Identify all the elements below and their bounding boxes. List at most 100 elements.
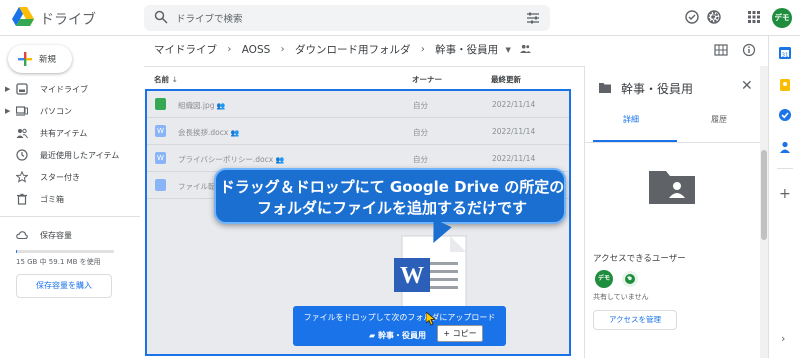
- upload-target-folder: ▰ 幹事・役員用: [369, 330, 426, 341]
- contacts-icon[interactable]: [778, 140, 792, 154]
- word-file-icon: W: [155, 125, 166, 137]
- scrollbar-thumb[interactable]: [761, 150, 767, 240]
- file-owner: 自分: [413, 128, 428, 137]
- sidebar-item-label: 共有アイテム: [40, 129, 88, 138]
- details-scrollbar[interactable]: [760, 66, 768, 358]
- upload-drop-text: ファイルをドロップして次のフォルダにアップロード: [303, 313, 496, 322]
- file-name-text: 組織図.jpg: [178, 101, 215, 110]
- sidebar-item-shared[interactable]: 共有アイテム: [0, 122, 140, 144]
- globe-icon[interactable]: [621, 270, 639, 288]
- sidebar-item-label: パソコン: [40, 107, 72, 116]
- search-bar[interactable]: ドライブで検索: [144, 5, 550, 31]
- doc-file-icon: [155, 179, 166, 191]
- top-bar: ドライブ ドライブで検索 ?: [0, 0, 800, 36]
- shared-people-icon: [520, 44, 532, 53]
- search-input[interactable]: ドライブで検索: [176, 11, 243, 25]
- column-name-label: 名前: [154, 75, 169, 84]
- add-addon-icon[interactable]: +: [779, 186, 791, 202]
- sort-arrow-icon[interactable]: ↓: [172, 75, 178, 84]
- file-date: 2022/11/14: [492, 100, 536, 109]
- sidebar-item-my-drive[interactable]: ▶ マイドライブ: [0, 78, 140, 100]
- settings-icon[interactable]: [705, 9, 721, 25]
- owner-avatar[interactable]: デモ: [595, 270, 613, 288]
- drive-icon: [16, 83, 28, 95]
- star-icon: [16, 171, 28, 183]
- search-icon[interactable]: [154, 10, 168, 24]
- new-button[interactable]: 新規: [8, 45, 72, 73]
- file-name: 組織図.jpg 👥: [178, 100, 226, 111]
- shared-folder-large-icon: [649, 171, 695, 204]
- grid-view-icon[interactable]: [714, 43, 728, 57]
- file-date: 2022/11/14: [492, 127, 536, 136]
- sidebar-item-computers[interactable]: ▶ パソコン: [0, 100, 140, 122]
- tab-details[interactable]: 詳細: [623, 114, 639, 125]
- file-row[interactable]: 組織図.jpg 👥 自分 2022/11/14: [147, 91, 569, 118]
- sidebar-item-label: ゴミ箱: [40, 195, 64, 204]
- file-name: プライバシーポリシー.docx 👥: [178, 154, 284, 165]
- caret-down-icon[interactable]: ▼: [506, 46, 511, 54]
- image-file-icon: [155, 98, 166, 110]
- close-icon[interactable]: ✕: [741, 78, 753, 94]
- shared-folder-icon: [599, 83, 611, 93]
- mouse-cursor-icon: [426, 312, 436, 326]
- column-header-owner[interactable]: オーナー: [412, 74, 442, 85]
- breadcrumb: マイドライブ › AOSS › ダウンロード用フォルダ › 幹事・役員用 ▼: [154, 42, 532, 60]
- breadcrumb-current[interactable]: 幹事・役員用: [435, 42, 498, 57]
- shared-people-icon: 👥: [216, 102, 226, 110]
- people-icon: [16, 128, 28, 139]
- column-header-modified[interactable]: 最終更新: [491, 74, 521, 85]
- storage-bar-fill: [16, 250, 18, 253]
- side-app-rail: 31 + ›: [768, 36, 800, 358]
- chevron-right-icon[interactable]: ›: [781, 332, 785, 345]
- drive-logo-icon[interactable]: [12, 7, 34, 27]
- buy-storage-button[interactable]: 保存容量を購入: [16, 274, 112, 298]
- divider: [0, 216, 140, 217]
- calendar-icon[interactable]: 31: [778, 46, 792, 60]
- search-options-icon[interactable]: [526, 11, 540, 25]
- sharing-status: 共有していません: [593, 293, 649, 301]
- tasks-icon[interactable]: [778, 108, 792, 122]
- expand-caret-icon[interactable]: ▶: [5, 85, 10, 93]
- storage-usage-text: 15 GB 中 59.1 MB を使用: [16, 258, 101, 266]
- new-button-label: 新規: [39, 55, 57, 65]
- file-row[interactable]: W 会長挨拶.docx 👥 自分 2022/11/14: [147, 118, 569, 145]
- offline-status-icon[interactable]: [684, 9, 700, 25]
- sidebar-item-label: マイドライブ: [40, 85, 88, 94]
- breadcrumb-item[interactable]: マイドライブ: [154, 42, 217, 57]
- sidebar-item-storage[interactable]: 保存容量: [0, 224, 140, 246]
- file-name: ファイル転: [178, 182, 216, 191]
- apps-grid-icon[interactable]: [746, 9, 762, 25]
- keep-icon[interactable]: [778, 78, 792, 92]
- manage-access-button[interactable]: アクセスを管理: [593, 310, 677, 330]
- access-title: アクセスできるユーザー: [593, 254, 686, 264]
- account-avatar[interactable]: デモ: [772, 8, 792, 28]
- sidebar-item-recent[interactable]: 最近使用したアイテム: [0, 144, 140, 166]
- callout-line-2: フォルダにファイルを追加するだけです: [256, 199, 527, 217]
- file-owner: 自分: [413, 155, 428, 164]
- file-date: 2022/11/14: [492, 154, 536, 163]
- clock-icon: [16, 149, 28, 161]
- rail-divider: [777, 168, 793, 169]
- plus-icon: [18, 52, 32, 66]
- file-owner: 自分: [413, 101, 428, 110]
- svg-text:W: W: [400, 263, 424, 289]
- chevron-right-icon: ›: [280, 44, 285, 55]
- info-icon[interactable]: [742, 43, 756, 57]
- breadcrumb-item[interactable]: ダウンロード用フォルダ: [295, 42, 411, 57]
- expand-caret-icon[interactable]: ▶: [5, 107, 10, 115]
- app-title[interactable]: ドライブ: [40, 9, 96, 29]
- column-header-name[interactable]: 名前 ↓: [154, 74, 178, 85]
- list-divider: [144, 66, 584, 67]
- sidebar-item-label: 最近使用したアイテム: [40, 151, 120, 160]
- tab-activity[interactable]: 履歴: [711, 114, 727, 125]
- details-title: 幹事・役員用: [621, 82, 694, 96]
- details-panel: 幹事・役員用 ✕ 詳細 履歴 アクセスできるユーザー デモ 共有していません ア…: [584, 66, 769, 358]
- sidebar-item-label: スター付き: [40, 173, 80, 182]
- file-name-text: 会長挨拶.docx: [178, 128, 229, 137]
- breadcrumb-item[interactable]: AOSS: [242, 44, 271, 56]
- sidebar-item-starred[interactable]: スター付き: [0, 166, 140, 188]
- sidebar-item-trash[interactable]: ゴミ箱: [0, 188, 140, 210]
- svg-text:31: 31: [782, 52, 789, 58]
- chevron-right-icon: ›: [227, 44, 232, 55]
- callout-bubble: ドラッグ＆ドロップにて Google Drive の所定の フォルダにファイルを…: [214, 168, 566, 224]
